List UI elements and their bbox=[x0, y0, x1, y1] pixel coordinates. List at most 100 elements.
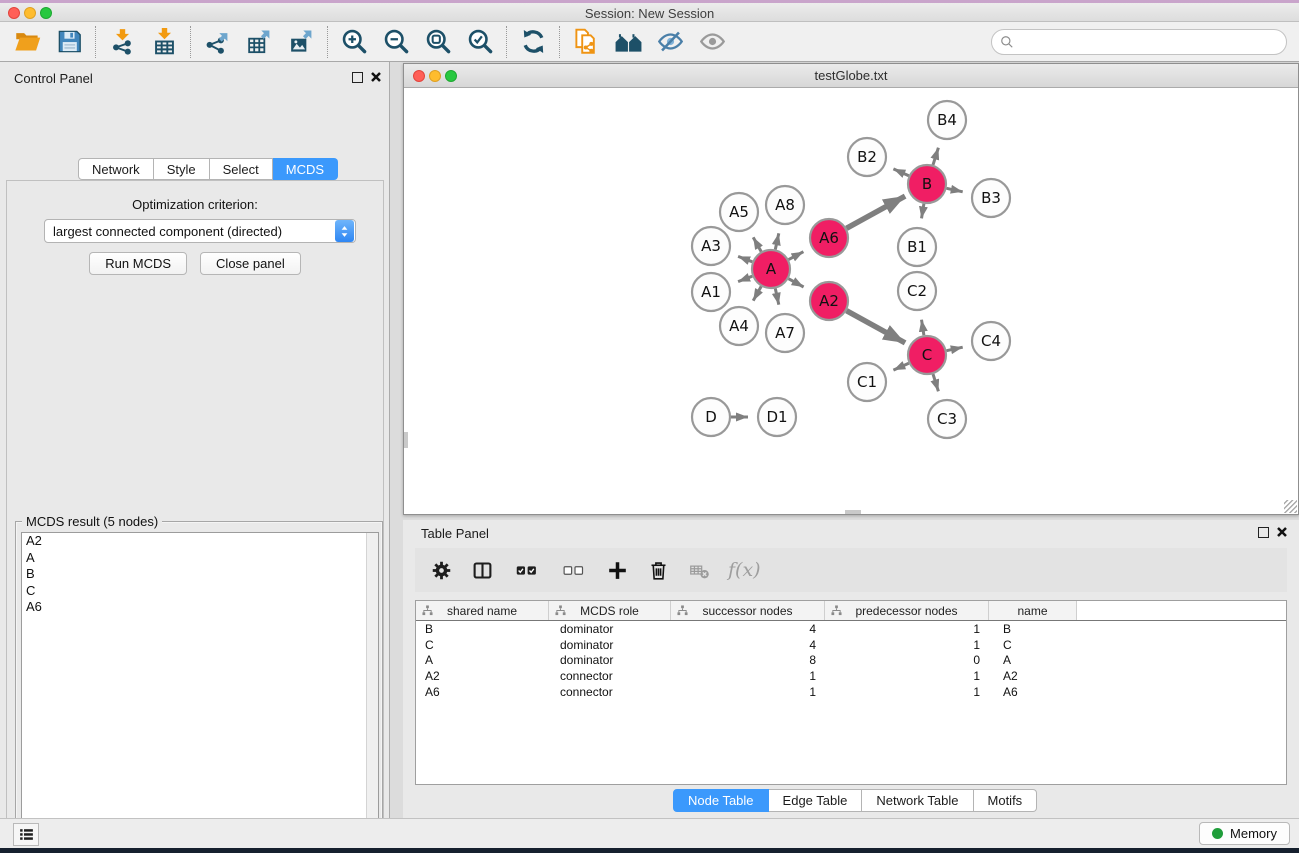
graph-node-B4[interactable]: B4 bbox=[928, 101, 966, 139]
result-list-scrollbar[interactable] bbox=[366, 533, 378, 853]
graph-edge-A-A6[interactable] bbox=[789, 252, 804, 260]
tab-node-table[interactable]: Node Table bbox=[673, 789, 769, 812]
graph-edge-C-C3[interactable] bbox=[933, 374, 938, 391]
gear-icon[interactable] bbox=[429, 558, 453, 582]
graph-edge-A6-B[interactable] bbox=[847, 196, 906, 228]
graph-node-D1[interactable]: D1 bbox=[758, 398, 796, 436]
graph-node-A8[interactable]: A8 bbox=[766, 186, 804, 224]
export-image-icon[interactable] bbox=[284, 26, 318, 58]
list-item[interactable]: C bbox=[22, 583, 378, 600]
graph-edge-B-B2[interactable] bbox=[893, 169, 908, 176]
zoom-in-icon[interactable] bbox=[337, 26, 371, 58]
graph-edge-A2-C[interactable] bbox=[847, 311, 906, 343]
delete-row-trash-icon[interactable] bbox=[646, 558, 670, 582]
graph-node-A3[interactable]: A3 bbox=[692, 227, 730, 265]
graph-edge-A-A7[interactable] bbox=[775, 289, 779, 305]
columns-icon[interactable] bbox=[470, 558, 494, 582]
task-list-button[interactable] bbox=[13, 823, 39, 846]
tab-network[interactable]: Network bbox=[78, 158, 154, 180]
resize-grip-icon[interactable] bbox=[1284, 500, 1297, 513]
list-item[interactable]: B bbox=[22, 566, 378, 583]
import-table-icon[interactable] bbox=[147, 26, 181, 58]
run-mcds-button[interactable]: Run MCDS bbox=[89, 252, 187, 275]
network-window-titlebar[interactable]: testGlobe.txt bbox=[404, 64, 1298, 88]
graph-node-C[interactable]: C bbox=[908, 336, 946, 374]
close-table-panel-icon[interactable] bbox=[1276, 526, 1288, 538]
graph-edge-C-C1[interactable] bbox=[893, 363, 908, 370]
delete-table-icon[interactable] bbox=[687, 558, 711, 582]
clone-network-icon[interactable] bbox=[569, 26, 603, 58]
select-all-icon[interactable] bbox=[511, 558, 541, 582]
export-table-icon[interactable] bbox=[242, 26, 276, 58]
float-panel-icon[interactable] bbox=[352, 72, 363, 83]
memory-button[interactable]: Memory bbox=[1199, 822, 1290, 845]
close-panel-button[interactable]: Close panel bbox=[200, 252, 301, 275]
tab-select[interactable]: Select bbox=[210, 158, 273, 180]
tab-motifs[interactable]: Motifs bbox=[974, 789, 1038, 812]
graph-node-A5[interactable]: A5 bbox=[720, 193, 758, 231]
tab-edge-table[interactable]: Edge Table bbox=[769, 789, 863, 812]
graph-edge-B-B4[interactable] bbox=[933, 148, 938, 165]
open-file-icon[interactable] bbox=[10, 26, 44, 58]
column-header-mcds-role[interactable]: MCDS role bbox=[549, 601, 671, 620]
save-session-icon[interactable] bbox=[52, 26, 86, 58]
show-selected-eye-icon[interactable] bbox=[695, 26, 729, 58]
graph-node-A4[interactable]: A4 bbox=[720, 307, 758, 345]
column-header-name[interactable]: name bbox=[989, 601, 1077, 620]
graph-node-B[interactable]: B bbox=[908, 165, 946, 203]
graph-node-A2[interactable]: A2 bbox=[810, 282, 848, 320]
graph-node-C2[interactable]: C2 bbox=[898, 272, 936, 310]
graph-edge-B-B3[interactable] bbox=[947, 188, 963, 192]
hide-selected-eye-slash-icon[interactable] bbox=[653, 26, 687, 58]
tab-style[interactable]: Style bbox=[154, 158, 210, 180]
search-input[interactable] bbox=[1020, 34, 1270, 49]
graph-edge-A-A8[interactable] bbox=[775, 233, 779, 249]
graph-node-A6[interactable]: A6 bbox=[810, 219, 848, 257]
show-all-networks-icon[interactable] bbox=[611, 26, 645, 58]
graph-node-B1[interactable]: B1 bbox=[898, 228, 936, 266]
list-item[interactable]: A2 bbox=[22, 533, 378, 550]
column-header-predecessor-nodes[interactable]: predecessor nodes bbox=[825, 601, 989, 620]
graph-node-D[interactable]: D bbox=[692, 398, 730, 436]
tab-network-table[interactable]: Network Table bbox=[862, 789, 973, 812]
zoom-out-icon[interactable] bbox=[379, 26, 413, 58]
table-row[interactable]: A2connector11A2 bbox=[416, 668, 1286, 684]
table-row[interactable]: A6connector11A6 bbox=[416, 684, 1286, 700]
graph-edge-A-A2[interactable] bbox=[789, 279, 804, 287]
graph-node-B2[interactable]: B2 bbox=[848, 138, 886, 176]
list-item[interactable]: A bbox=[22, 550, 378, 567]
float-table-panel-icon[interactable] bbox=[1258, 527, 1269, 538]
graph-edge-A-A5[interactable] bbox=[753, 237, 761, 251]
column-header-successor-nodes[interactable]: successor nodes bbox=[671, 601, 825, 620]
refresh-icon[interactable] bbox=[516, 26, 550, 58]
column-header-shared-name[interactable]: shared name bbox=[416, 601, 549, 620]
table-row[interactable]: Adominator80A bbox=[416, 653, 1286, 669]
table-row[interactable]: Cdominator41C bbox=[416, 637, 1286, 653]
graph-edge-C-C4[interactable] bbox=[947, 347, 963, 351]
vertical-scroll-hint[interactable] bbox=[404, 432, 408, 448]
graph-node-C3[interactable]: C3 bbox=[928, 400, 966, 438]
graph-edge-C-C2[interactable] bbox=[922, 320, 924, 336]
zoom-fit-icon[interactable] bbox=[421, 26, 455, 58]
graph-node-C1[interactable]: C1 bbox=[848, 363, 886, 401]
graph-edge-A-A4[interactable] bbox=[753, 286, 761, 300]
function-builder-icon[interactable]: f(x) bbox=[728, 559, 761, 581]
search-field[interactable] bbox=[991, 29, 1287, 55]
graph-node-A[interactable]: A bbox=[752, 250, 790, 288]
graph-node-A7[interactable]: A7 bbox=[766, 314, 804, 352]
tab-mcds[interactable]: MCDS bbox=[273, 158, 338, 180]
graph-edge-A-A3[interactable] bbox=[738, 256, 752, 261]
horizontal-scroll-hint[interactable] bbox=[845, 510, 861, 514]
graph-node-A1[interactable]: A1 bbox=[692, 273, 730, 311]
add-row-icon[interactable] bbox=[605, 558, 629, 582]
zoom-selected-icon[interactable] bbox=[463, 26, 497, 58]
table-row[interactable]: Bdominator41B bbox=[416, 621, 1286, 637]
deselect-all-icon[interactable] bbox=[558, 558, 588, 582]
graph-node-C4[interactable]: C4 bbox=[972, 322, 1010, 360]
graph-edge-A-A1[interactable] bbox=[738, 276, 752, 281]
import-network-icon[interactable] bbox=[105, 26, 139, 58]
graph-edge-B-B1[interactable] bbox=[922, 204, 924, 219]
criterion-dropdown[interactable]: largest connected component (directed) bbox=[44, 219, 356, 243]
export-network-icon[interactable] bbox=[200, 26, 234, 58]
graph-node-B3[interactable]: B3 bbox=[972, 179, 1010, 217]
